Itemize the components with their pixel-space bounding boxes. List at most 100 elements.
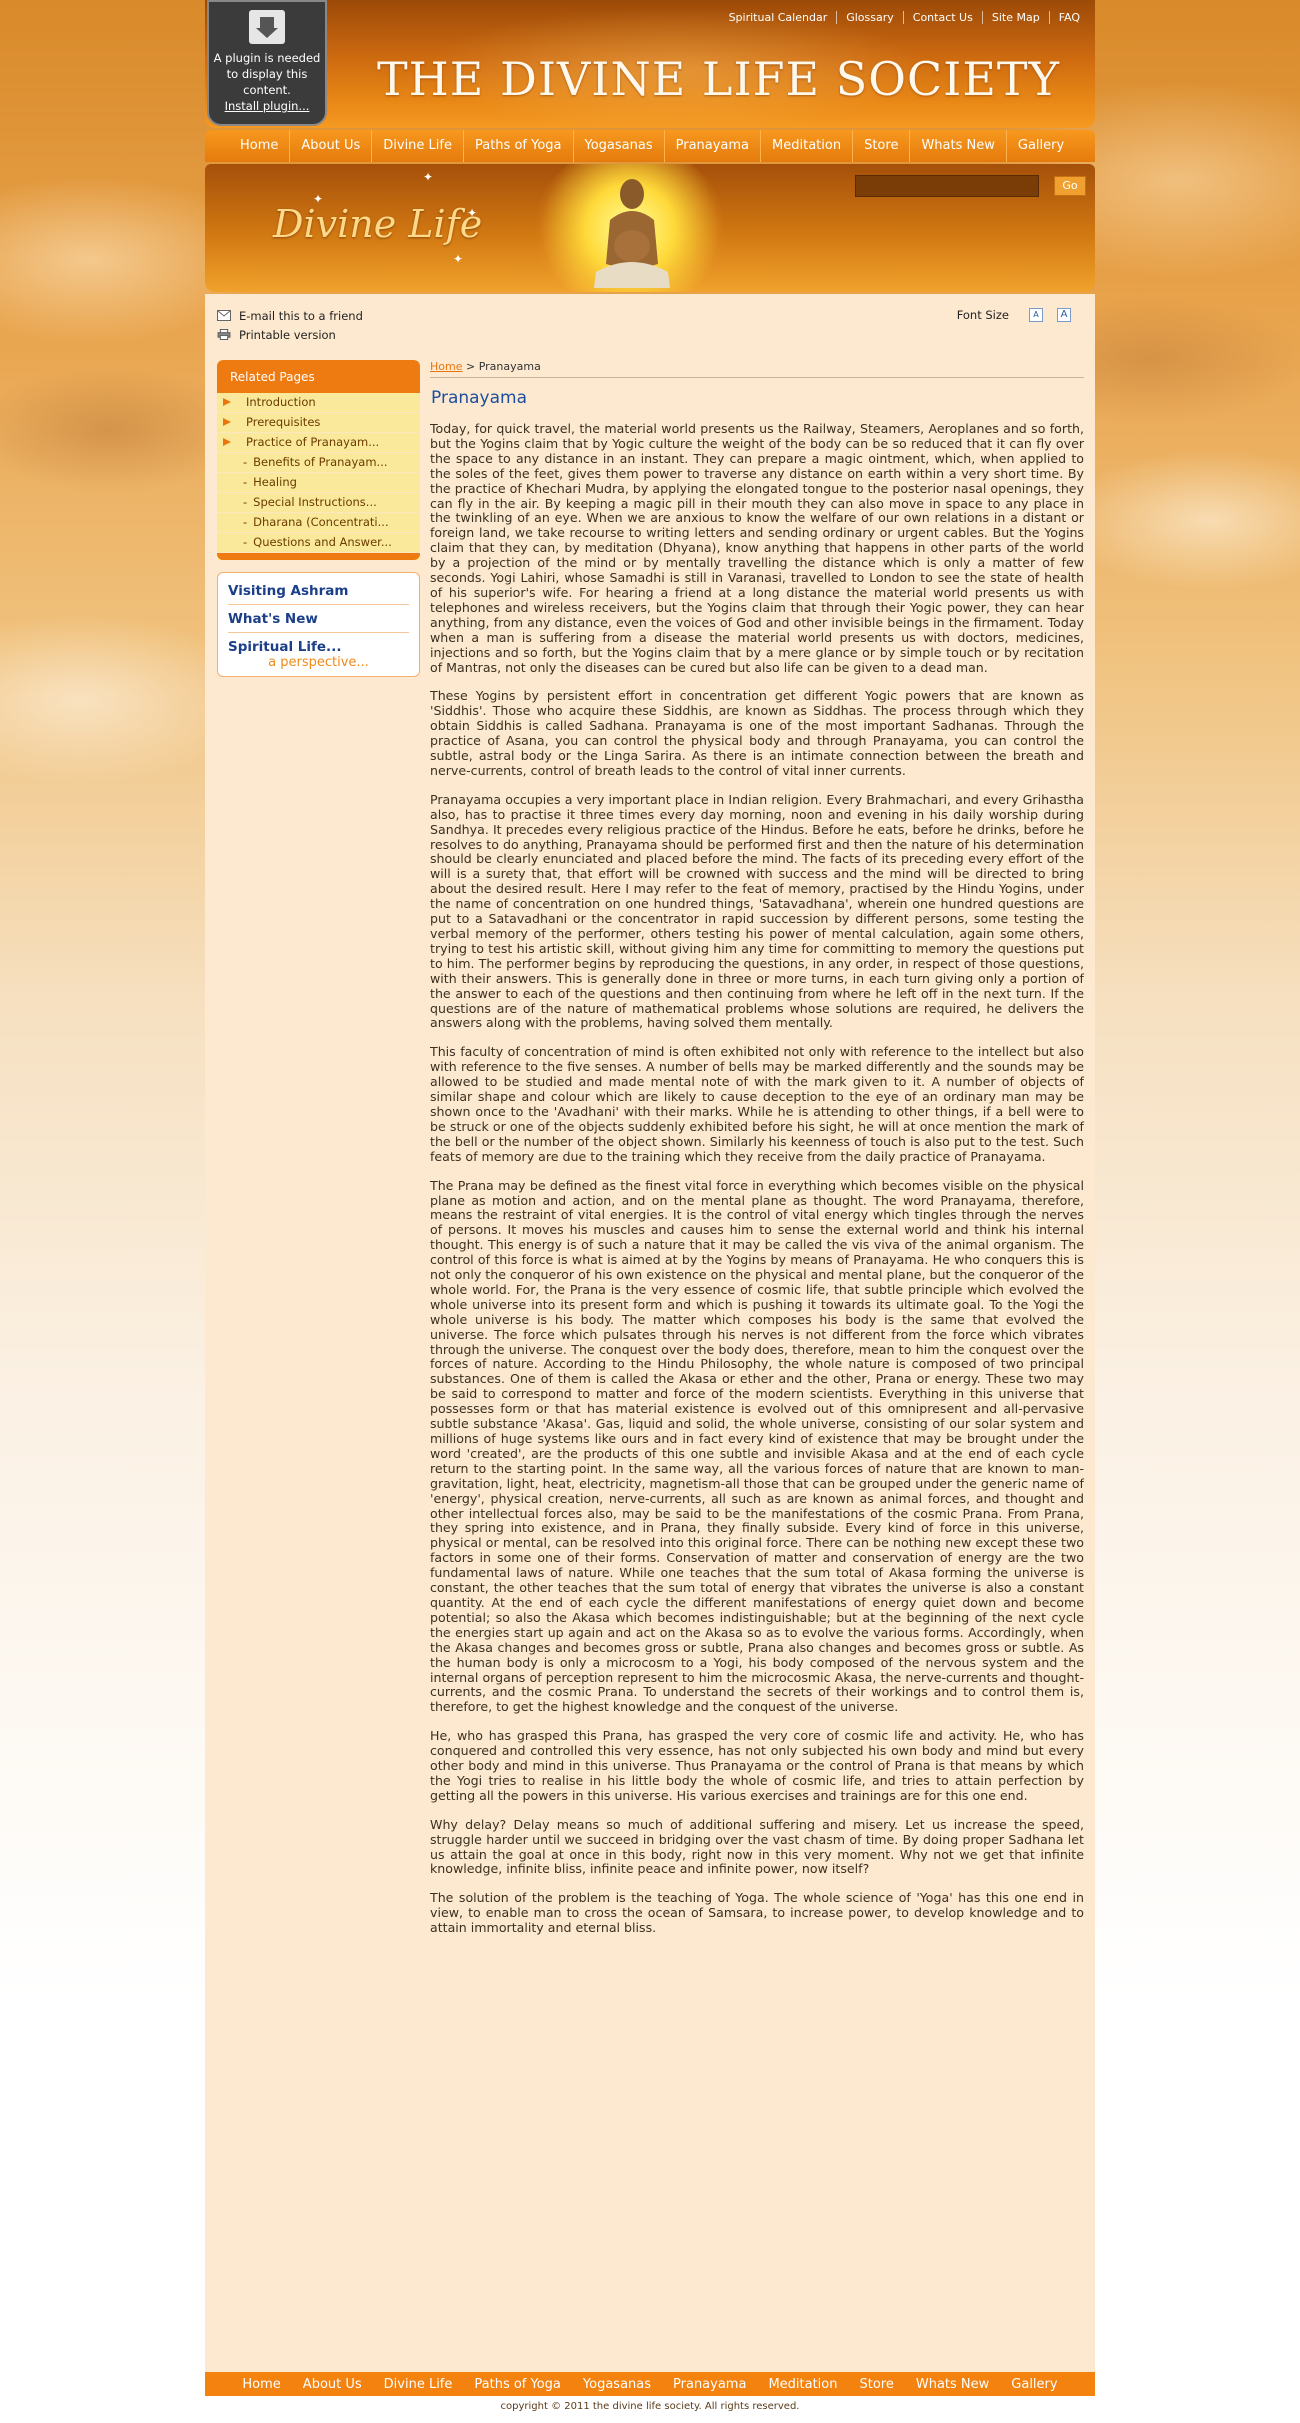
footer-nav-whats-new[interactable]: Whats New [905,2377,1000,2392]
page-tools: E-mail this to a friend Printable versio… [217,306,1083,354]
printable-version-link[interactable]: Printable version [217,325,1083,344]
footer-nav-store[interactable]: Store [848,2377,904,2392]
plugin-message: A plugin is needed to display this conte… [213,51,321,97]
font-size-label: Font Size [956,308,1009,322]
article-paragraph: Why delay? Delay means so much of additi… [430,1816,1084,1877]
util-link-spiritual-calendar[interactable]: Spiritual Calendar [720,11,837,24]
footer-nav-about-us[interactable]: About Us [292,2377,373,2392]
nav-whats-new[interactable]: Whats New [909,130,1005,162]
nav-home[interactable]: Home [229,130,289,162]
page-title: Pranayama [431,388,528,408]
arrow-right-icon [223,398,231,406]
utility-links: Spiritual Calendar Glossary Contact Us Site… [720,11,1089,24]
related-pages-title: Related Pages [217,360,420,393]
footer-nav-home[interactable]: Home [231,2377,291,2392]
search-go-button[interactable]: Go [1054,176,1086,196]
plugin-placeholder: A plugin is needed to display this conte… [207,0,327,126]
sparkle-icon: ✦ [313,192,324,206]
font-decrease-button[interactable]: A [1029,308,1043,322]
sparkle-icon: ✦ [423,170,434,184]
footer-nav-gallery[interactable]: Gallery [1000,2377,1068,2392]
printer-icon [217,329,231,340]
nav-meditation[interactable]: Meditation [760,130,852,162]
envelope-icon [217,310,231,321]
site-title: THE DIVINE LIFE SOCIETY [377,52,1060,106]
footer-nav-paths-of-yoga[interactable]: Paths of Yoga [463,2377,572,2392]
nav-about-us[interactable]: About Us [289,130,371,162]
related-item-label: Healing [253,475,297,489]
article-paragraph: The Prana may be defined as the finest v… [430,1177,1084,1715]
footer-nav-yogasanas[interactable]: Yogasanas [572,2377,662,2392]
nav-store[interactable]: Store [852,130,909,162]
related-item-questions[interactable]: - Questions and Answer... [217,533,420,553]
main-nav: Home About Us Divine Life Paths of Yoga … [205,130,1095,162]
dash-icon: - [243,515,248,529]
page-wrapper: A plugin is needed to display this conte… [205,0,1095,2412]
nav-gallery[interactable]: Gallery [1005,130,1075,162]
related-item-label: Dharana (Concentrati... [253,515,389,529]
article-paragraph: He, who has grasped this Prana, has gras… [430,1728,1084,1803]
meditating-figure-image [594,179,670,288]
breadcrumb-home-link[interactable]: Home [430,360,462,373]
dash-icon: - [243,475,248,489]
arrow-right-icon [223,418,231,426]
article-paragraph: Pranayama occupies a very important plac… [430,791,1084,1031]
footer-nav-divine-life[interactable]: Divine Life [373,2377,464,2392]
related-item-label: Practice of Pranayam... [246,435,380,449]
breadcrumb-separator: > [462,360,479,373]
footer-nav-pranayama[interactable]: Pranayama [662,2377,757,2392]
nav-yogasanas[interactable]: Yogasanas [572,130,664,162]
breadcrumb-current: Pranayama [478,360,541,373]
related-item-healing[interactable]: - Healing [217,473,420,493]
sparkle-icon: ✦ [467,206,478,220]
breadcrumb: Home > Pranayama [430,360,1084,378]
util-link-faq[interactable]: FAQ [1048,11,1089,24]
util-link-contact-us[interactable]: Contact Us [902,11,982,24]
related-pages-footer [217,553,420,560]
article-paragraph: These Yogins by persistent effort in con… [430,688,1084,778]
related-item-practice[interactable]: Practice of Pranayam... [217,433,420,453]
related-item-introduction[interactable]: Introduction [217,393,420,413]
nav-paths-of-yoga[interactable]: Paths of Yoga [462,130,573,162]
email-friend-label: E-mail this to a friend [239,308,363,323]
footer-nav: Home About Us Divine Life Paths of Yoga … [205,2372,1095,2396]
util-link-site-map[interactable]: Site Map [981,11,1049,24]
font-increase-button[interactable]: A [1057,308,1071,322]
banner-script-text: Divine Life [273,202,483,246]
email-friend-link[interactable]: E-mail this to a friend [217,306,1083,325]
link-spiritual-life[interactable]: Spiritual Life... [228,633,409,655]
download-icon [249,10,285,44]
dash-icon: - [243,535,248,549]
related-item-label: Benefits of Pranayam... [253,455,388,469]
printable-version-label: Printable version [239,327,336,342]
related-item-special-instructions[interactable]: - Special Instructions... [217,493,420,513]
font-size-control: Font Size A A [957,308,1071,322]
link-whats-new[interactable]: What's New [228,605,409,633]
util-link-glossary[interactable]: Glossary [836,11,903,24]
related-item-label: Introduction [246,395,316,409]
related-item-dharana[interactable]: - Dharana (Concentrati... [217,513,420,533]
related-item-benefits[interactable]: - Benefits of Pranayam... [217,453,420,473]
nav-pranayama[interactable]: Pranayama [663,130,760,162]
dash-icon: - [243,455,248,469]
main-article: Home > Pranayama Pranayama Today, for qu… [430,360,1084,1950]
footer-nav-meditation[interactable]: Meditation [757,2377,848,2392]
nav-divine-life[interactable]: Divine Life [371,130,463,162]
article-paragraph: The solution of the problem is the teach… [430,1890,1084,1936]
link-visiting-ashram[interactable]: Visiting Ashram [228,577,409,605]
spiritual-life-subtitle[interactable]: a perspective... [228,655,409,674]
related-item-label: Questions and Answer... [253,535,392,549]
article-paragraph: This faculty of concentration of mind is… [430,1044,1084,1164]
sparkle-icon: ✦ [453,252,464,266]
quick-links-box: Visiting Ashram What's New Spiritual Lif… [217,572,420,677]
content-area: E-mail this to a friend Printable versio… [205,294,1095,2372]
related-item-label: Prerequisites [246,415,321,429]
search-input[interactable] [855,175,1039,197]
install-plugin-link[interactable]: Install plugin... [225,99,310,113]
copyright-text: copyright © 2011 the divine life society… [500,2401,800,2412]
related-pages-box: Related Pages Introduction Prerequisites… [217,360,420,560]
related-item-prerequisites[interactable]: Prerequisites [217,413,420,433]
article-paragraph: Today, for quick travel, the material wo… [430,421,1084,675]
sidebar: Related Pages Introduction Prerequisites… [217,360,420,677]
dash-icon: - [243,495,248,509]
